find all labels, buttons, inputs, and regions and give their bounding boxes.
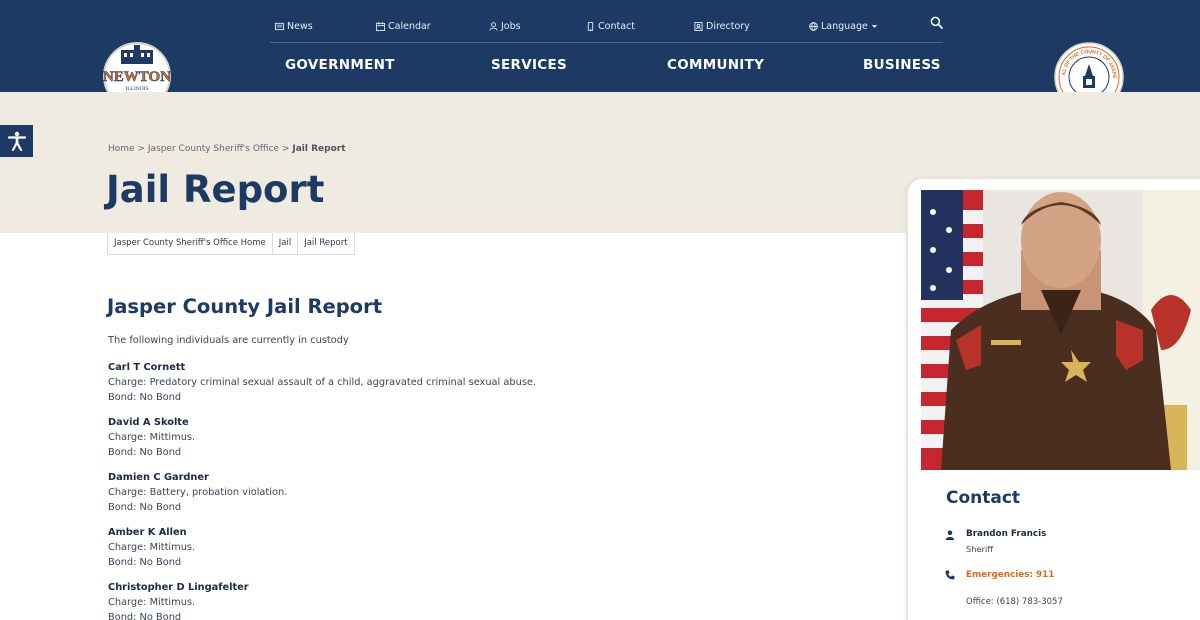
contact-card-icon [694,22,703,31]
inmate-bond: Bond: No Bond [108,502,182,513]
sheriff-photo [921,190,1200,470]
accessibility-icon [7,131,26,151]
contact-heading: Contact [946,488,1021,508]
utility-news-link[interactable]: News [275,21,313,32]
nav-government[interactable]: GOVERNMENT [285,57,395,73]
tab-jail-report[interactable]: Jail Report [298,233,353,254]
phone-icon [945,570,955,580]
inmate-charge: Charge: Battery, probation violation. [108,487,288,498]
utility-jobs-link[interactable]: Jobs [489,21,521,32]
section-tabs: Jasper County Sheriff's Office Home Jail… [107,233,355,255]
utility-contact-link[interactable]: Contact [586,21,635,32]
utility-nav: News Calendar Jobs Contact Directory Lan… [270,18,943,43]
site-header [0,0,1200,92]
phone-icon [587,22,594,31]
intro-text: The following individuals are currently … [108,335,349,346]
utility-directory-label: Directory [706,21,750,32]
accessibility-button[interactable] [0,125,33,157]
list-item: Amber K Allen Charge: Mittimus. Bond: No… [108,525,808,570]
person-icon [489,22,498,31]
list-item: David A Skolte Charge: Mittimus. Bond: N… [108,415,808,460]
breadcrumb-home[interactable]: Home [108,144,135,154]
utility-calendar-label: Calendar [388,21,431,32]
utility-language-dropdown[interactable]: Language [809,21,878,32]
inmate-name: Christopher D Lingafelter [108,582,249,593]
list-item: Damien C Gardner Charge: Battery, probat… [108,470,808,515]
breadcrumb-current: Jail Report [292,144,346,154]
contact-office-phone[interactable]: Office: (618) 783-3057 [966,597,1063,607]
nav-business[interactable]: BUSINESS [863,57,941,73]
utility-calendar-link[interactable]: Calendar [376,21,431,32]
page-title: Jail Report [106,168,325,211]
inmate-charge: Charge: Predatory criminal sexual assaul… [108,377,537,388]
caret-down-icon [871,25,878,28]
person-icon [945,530,955,540]
inmate-bond: Bond: No Bond [108,557,182,568]
nav-services[interactable]: SERVICES [491,57,567,73]
list-item: Carl T Cornett Charge: Predatory crimina… [108,360,808,405]
list-item: Christopher D Lingafelter Charge: Mittim… [108,580,808,620]
jail-report-heading: Jasper County Jail Report [107,295,383,318]
contact-name: Brandon Francis [966,529,1047,539]
utility-jobs-label: Jobs [501,21,521,32]
inmate-charge: Charge: Mittimus. [108,542,196,553]
newspaper-icon [275,22,284,31]
calendar-icon [376,22,385,31]
utility-news-label: News [287,21,313,32]
tab-jail[interactable]: Jail [273,233,299,254]
breadcrumb-sheriffs-office[interactable]: Jasper County Sheriff's Office [148,144,279,154]
nav-community[interactable]: COMMUNITY [667,57,764,73]
inmate-name: Damien C Gardner [108,472,209,483]
globe-icon [809,22,818,31]
search-icon[interactable] [930,16,943,29]
inmate-bond: Bond: No Bond [108,392,182,403]
contact-emergency-link[interactable]: Emergencies: 911 [966,570,1054,580]
inmate-charge: Charge: Mittimus. [108,597,196,608]
inmate-name: Amber K Allen [108,527,187,538]
inmate-bond: Bond: No Bond [108,447,182,458]
inmate-list: Carl T Cornett Charge: Predatory crimina… [108,360,808,620]
utility-contact-label: Contact [598,21,635,32]
breadcrumb-separator: > [281,144,293,154]
utility-directory-link[interactable]: Directory [694,21,750,32]
logo-wordmark: NEWTON [103,69,171,85]
breadcrumb: Home > Jasper County Sheriff's Office > … [108,144,346,154]
inmate-name: Carl T Cornett [108,362,186,373]
tab-sheriffs-office-home[interactable]: Jasper County Sheriff's Office Home [108,233,273,254]
breadcrumb-separator: > [137,144,148,154]
inmate-charge: Charge: Mittimus. [108,432,196,443]
inmate-name: David A Skolte [108,417,189,428]
contact-role: Sheriff [966,544,994,554]
inmate-bond: Bond: No Bond [108,612,182,620]
utility-language-label: Language [821,21,868,32]
